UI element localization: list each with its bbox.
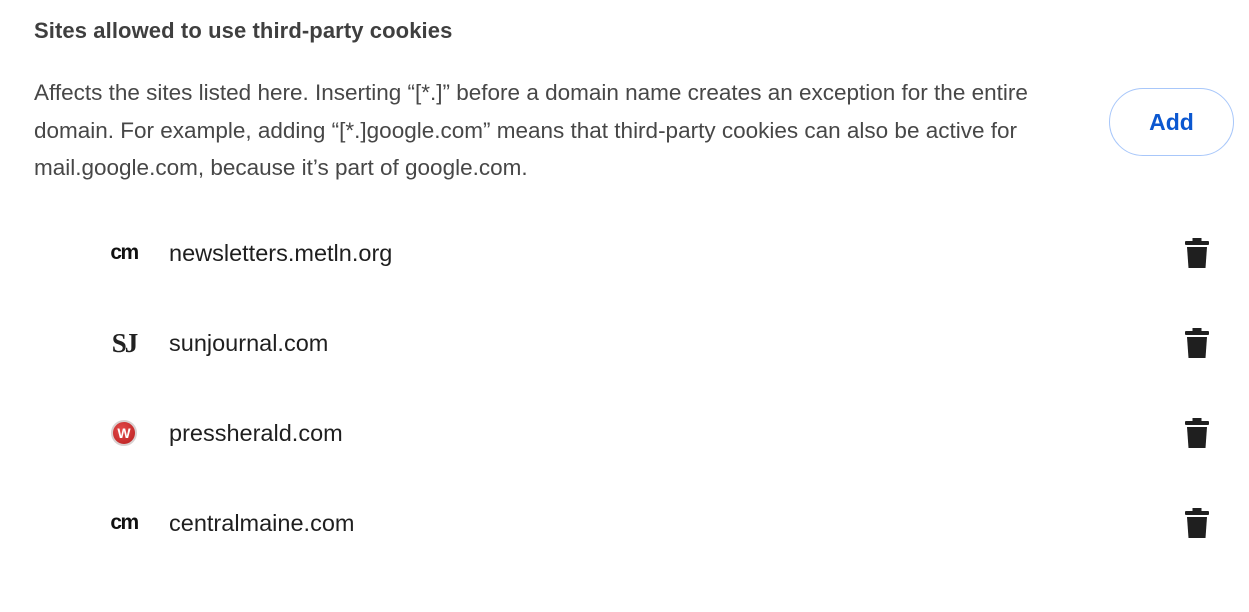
delete-site-button[interactable] [1176,412,1218,454]
site-row: W pressherald.com [0,388,1249,478]
site-row: SJ sunjournal.com [0,298,1249,388]
site-row: cm centralmaine.com [0,478,1249,568]
cm-favicon-icon: cm [106,235,142,271]
favicon-text: cm [110,241,139,264]
trash-icon [1185,508,1209,538]
cookie-exceptions-page: Sites allowed to use third-party cookies… [0,0,1249,612]
trash-icon [1185,418,1209,448]
favicon-text: cm [110,511,139,534]
favicon-text: W [111,420,137,446]
section-description: Affects the sites listed here. Inserting… [34,80,1028,180]
pressherald-favicon-icon: W [106,415,142,451]
add-site-button[interactable]: Add [1109,88,1234,156]
delete-site-button[interactable] [1176,232,1218,274]
site-row: cm newsletters.metln.org [0,208,1249,298]
site-name[interactable]: centralmaine.com [169,510,354,537]
site-name[interactable]: sunjournal.com [169,330,328,357]
sj-favicon-icon: SJ [106,325,142,361]
delete-site-button[interactable] [1176,502,1218,544]
site-name[interactable]: newsletters.metln.org [169,240,392,267]
favicon-text: SJ [111,327,138,358]
trash-icon [1185,238,1209,268]
site-list: cm newsletters.metln.org SJ sunjournal.c… [0,208,1249,568]
trash-icon [1185,328,1209,358]
delete-site-button[interactable] [1176,322,1218,364]
site-name[interactable]: pressherald.com [169,420,343,447]
cm-favicon-icon: cm [106,505,142,541]
section-title: Sites allowed to use third-party cookies [34,18,453,43]
